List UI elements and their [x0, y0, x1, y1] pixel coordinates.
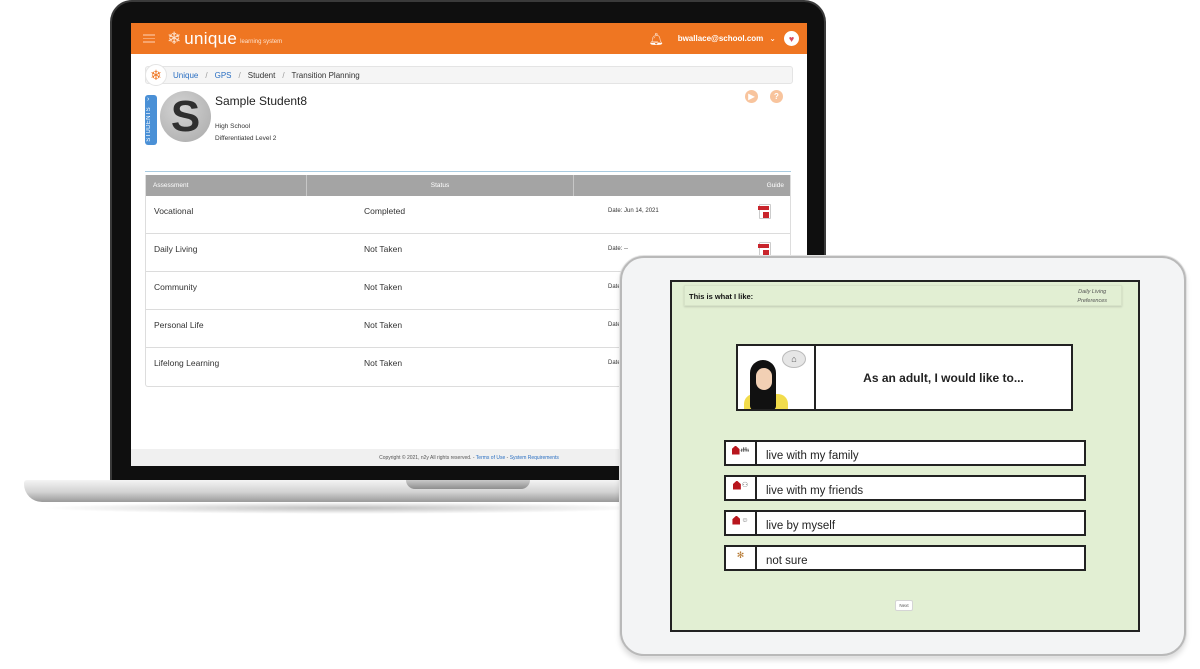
choice-not-sure[interactable]: ✻ not sure [724, 545, 1086, 571]
student-avatar: S [160, 91, 211, 142]
breadcrumb-transition-planning: Transition Planning [291, 70, 360, 80]
column-assessment: Assessment [146, 175, 307, 196]
confused-person-icon: ✻ [726, 547, 757, 569]
laptop-base [24, 480, 654, 502]
play-button[interactable]: ▶ [745, 90, 758, 103]
students-tab-label: STUDENTS [146, 107, 152, 142]
student-school: High School [215, 123, 251, 130]
tablet-screen: This is what I like: Daily Living Prefer… [670, 280, 1140, 632]
hamburger-icon[interactable] [143, 34, 155, 43]
unit-name: Daily Living [1078, 289, 1107, 295]
house-friends-icon: ⚇ [726, 477, 757, 499]
assessment-name[interactable]: Vocational [146, 196, 364, 233]
student-name: Sample Student8 [215, 94, 308, 108]
table-header: Assessment Status Guide [146, 175, 790, 196]
choice-label: live with my family [766, 450, 859, 462]
play-icon: ▶ [748, 92, 755, 101]
profile-avatar[interactable]: ♥ [784, 31, 799, 46]
house-thought-icon: ⌂ [782, 350, 806, 368]
laptop-shadow [40, 502, 650, 514]
choice-live-by-myself[interactable]: ☺ live by myself [724, 510, 1086, 536]
system-requirements-link[interactable]: System Requirements [510, 455, 559, 461]
column-guide: Guide [766, 182, 784, 189]
column-status: Status [307, 175, 574, 196]
logo-subtext: learning system [240, 38, 283, 45]
choice-live-with-family[interactable]: 👪︎ live with my family [724, 440, 1086, 466]
chevron-down-icon[interactable]: ⌄ [769, 34, 776, 43]
prompt-text: As an adult, I would like to... [863, 370, 1024, 385]
table-row[interactable]: Vocational Completed Date: Jun 14, 2021 [146, 196, 790, 234]
assessment-status: Not Taken [364, 358, 403, 368]
breadcrumb-separator: / [238, 70, 241, 80]
assessment-status: Not Taken [364, 320, 403, 330]
choice-label: live with my friends [766, 485, 864, 497]
unit-subname: Preferences [1077, 298, 1107, 304]
pdf-icon[interactable] [758, 204, 771, 219]
copyright-text: Copyright © 2021, n2y All rights reserve… [379, 455, 476, 461]
snowflake-logo-icon: ❄ [167, 29, 182, 48]
choice-live-with-friends[interactable]: ⚇ live with my friends [724, 475, 1086, 501]
student-level: Differentiated Level 2 [215, 135, 277, 142]
choice-label: not sure [766, 555, 808, 567]
terms-of-use-link[interactable]: Terms of Use [476, 455, 505, 461]
assessment-name[interactable]: Community [146, 272, 364, 309]
activity-title: This is what I like: [689, 292, 754, 301]
breadcrumb: ❄ Unique / GPS / Student / Transition Pl… [145, 64, 793, 86]
assessment-status: Completed [364, 206, 406, 216]
thinking-girl-icon: ⌂ [738, 346, 816, 409]
breadcrumb-separator: / [282, 70, 285, 80]
logo-text[interactable]: unique [184, 29, 237, 49]
assessment-status: Not Taken [364, 282, 403, 292]
breadcrumb-student: Student [247, 70, 276, 80]
assessment-name[interactable]: Lifelong Learning [146, 348, 364, 386]
students-tab[interactable]: › STUDENTS [145, 95, 157, 145]
prompt-card: ⌂ As an adult, I would like to... [736, 344, 1073, 411]
breadcrumb-gps[interactable]: GPS [215, 71, 232, 80]
house-family-icon: 👪︎ [726, 442, 757, 464]
user-email[interactable]: bwallace@school.com [678, 34, 764, 43]
breadcrumb-unique[interactable]: Unique [173, 71, 198, 80]
activity-unit: Daily Living Preferences [1077, 288, 1107, 306]
assessment-name[interactable]: Daily Living [146, 234, 364, 271]
pdf-icon[interactable] [758, 242, 771, 257]
assessment-date: Date: Jun 14, 2021 [608, 208, 659, 214]
breadcrumb-separator: / [205, 70, 208, 80]
activity-header: This is what I like: Daily Living Prefer… [684, 285, 1122, 306]
laptop-notch [406, 480, 530, 489]
choice-label: live by myself [766, 520, 836, 532]
bell-icon[interactable]: 🔔︎ [648, 32, 663, 46]
heart-icon: ♥ [788, 33, 795, 44]
assessment-status: Not Taken [364, 244, 403, 254]
student-info: › STUDENTS S Sample Student8 High School… [131, 89, 807, 171]
help-icon: ? [774, 92, 779, 101]
house-person-icon: ☺ [726, 512, 757, 534]
help-button[interactable]: ? [770, 90, 783, 103]
app-header: ❄ unique learning system 🔔︎ bwallace@sch… [131, 23, 807, 54]
assessment-name[interactable]: Personal Life [146, 310, 364, 347]
chevron-right-icon: › [147, 96, 150, 103]
snowflake-logo-icon[interactable]: ❄ [145, 64, 167, 86]
next-button[interactable]: Next [895, 600, 913, 611]
